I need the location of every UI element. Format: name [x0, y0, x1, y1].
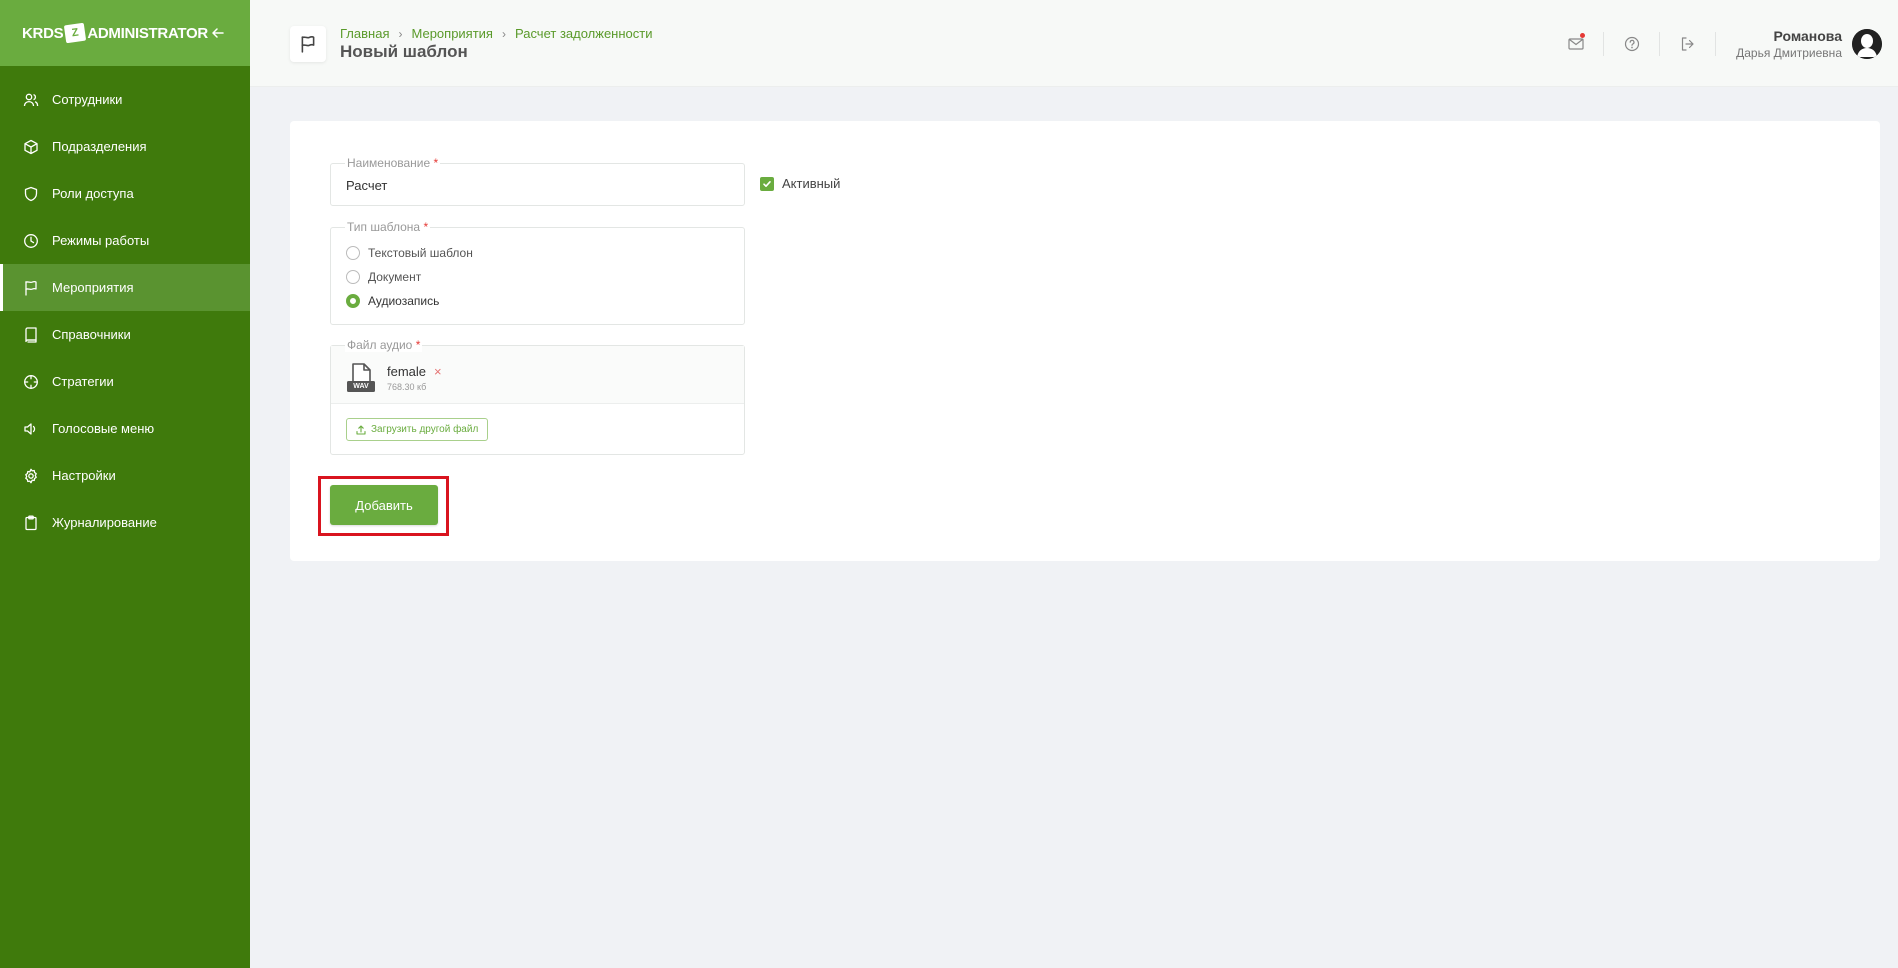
name-input[interactable]: Расчет: [346, 178, 387, 193]
upload-label: Загрузить другой файл: [371, 424, 479, 435]
file-name-text: female: [387, 364, 427, 379]
breadcrumb: Главная › Мероприятия › Расчет задолженн…: [340, 26, 652, 41]
sidebar-item-label: Подразделения: [52, 139, 147, 154]
topbar-actions: Романова Дарья Дмитриевна: [1548, 0, 1898, 87]
book-icon: [22, 326, 40, 344]
breadcrumb-home[interactable]: Главная: [340, 26, 389, 41]
mail-icon: [1568, 37, 1584, 50]
sidebar-item-label: Журналирование: [52, 515, 157, 530]
audio-file-label: Файл аудио *: [345, 338, 423, 352]
users-icon: [22, 91, 40, 109]
sidebar-item-departments[interactable]: Подразделения: [0, 123, 250, 170]
add-button[interactable]: Добавить: [330, 485, 438, 525]
sidebar-item-label: Стратегии: [52, 374, 114, 389]
page-title: Новый шаблон: [340, 42, 468, 61]
help-icon: [1624, 36, 1639, 51]
file-size: 768.30 кб: [387, 382, 427, 392]
breadcrumb-current[interactable]: Расчет задолженности: [515, 26, 653, 41]
user-avatar-icon: [1852, 28, 1882, 59]
user-last-name: Романова: [1773, 27, 1842, 44]
user-names: Романова Дарья Дмитриевна: [1736, 28, 1842, 60]
sidebar-item-events[interactable]: Мероприятия: [0, 264, 250, 311]
audio-file-field: Файл аудио * WAV female × 768.30 кб Загр…: [330, 338, 745, 455]
breadcrumb-separator: ›: [501, 26, 506, 41]
logout-icon: [1681, 36, 1694, 51]
user-profile[interactable]: Романова Дарья Дмитриевна: [1736, 28, 1882, 60]
sidebar-item-label: Справочники: [52, 327, 131, 342]
help-button[interactable]: [1604, 31, 1661, 56]
sidebar-header: KRDS Z ADMINISTRATOR: [0, 0, 250, 66]
sidebar: KRDS Z ADMINISTRATOR Сотрудники Подразде…: [0, 0, 250, 968]
name-field[interactable]: Наименование * Расчет: [330, 156, 745, 206]
active-checkbox[interactable]: Активный: [760, 176, 840, 191]
check-icon: [763, 180, 771, 187]
radio-label: Документ: [368, 270, 422, 284]
file-name: female ×: [387, 364, 442, 379]
radio-label: Аудиозапись: [368, 294, 440, 308]
radio-text-template[interactable]: Текстовый шаблон: [346, 246, 473, 260]
radio-button[interactable]: [346, 246, 360, 260]
upload-icon: [356, 424, 366, 435]
sidebar-item-label: Настройки: [52, 468, 116, 483]
sidebar-item-label: Голосовые меню: [52, 421, 155, 436]
avatar[interactable]: [1852, 28, 1882, 59]
sidebar-item-logging[interactable]: Журналирование: [0, 499, 250, 546]
page-icon: [290, 26, 326, 62]
sidebar-item-label: Режимы работы: [52, 233, 150, 248]
clock-icon: [22, 232, 40, 250]
radio-button-selected[interactable]: [346, 294, 360, 308]
crosshair-icon: [22, 373, 40, 391]
flag-icon: [301, 35, 315, 53]
radio-button[interactable]: [346, 270, 360, 284]
template-type-label: Тип шаблона *: [345, 220, 431, 234]
remove-file-button[interactable]: ×: [434, 364, 442, 379]
wav-file-icon: WAV: [346, 363, 376, 393]
flag-icon: [22, 279, 40, 297]
uploaded-file: WAV female × 768.30 кб: [331, 346, 744, 404]
sidebar-item-directories[interactable]: Справочники: [0, 311, 250, 358]
sidebar-item-strategies[interactable]: Стратегии: [0, 358, 250, 405]
active-label: Активный: [782, 176, 841, 191]
collapse-sidebar-button[interactable]: [208, 23, 228, 43]
logo-text-right: ADMINISTRATOR: [87, 24, 208, 42]
logo-box: Z: [64, 22, 87, 44]
notification-dot: [1580, 32, 1586, 38]
sidebar-item-label: Сотрудники: [52, 92, 123, 107]
sidebar-item-work-modes[interactable]: Режимы работы: [0, 217, 250, 264]
sidebar-item-settings[interactable]: Настройки: [0, 452, 250, 499]
logo-text-left: KRDS: [22, 24, 64, 42]
arrow-left-icon: [212, 28, 224, 38]
breadcrumb-events[interactable]: Мероприятия: [411, 26, 493, 41]
breadcrumb-separator: ›: [398, 26, 403, 41]
radio-audio[interactable]: Аудиозапись: [346, 294, 439, 308]
logo[interactable]: KRDS Z ADMINISTRATOR: [22, 22, 208, 44]
sidebar-item-label: Мероприятия: [52, 280, 134, 295]
template-type-field: Тип шаблона * Текстовый шаблон Документ …: [330, 220, 745, 325]
sidebar-item-access-roles[interactable]: Роли доступа: [0, 170, 250, 217]
shield-icon: [22, 185, 40, 203]
sidebar-nav: Сотрудники Подразделения Роли доступа Ре…: [0, 76, 250, 546]
sidebar-item-label: Роли доступа: [52, 186, 134, 201]
logout-button[interactable]: [1660, 31, 1717, 56]
upload-another-file-button[interactable]: Загрузить другой файл: [346, 418, 489, 441]
topbar: Главная › Мероприятия › Расчет задолженн…: [250, 0, 1898, 87]
messages-button[interactable]: [1548, 31, 1605, 56]
sidebar-item-voice-menus[interactable]: Голосовые меню: [0, 405, 250, 452]
name-label: Наименование *: [345, 156, 441, 170]
clipboard-icon: [22, 514, 40, 532]
checkbox-checked[interactable]: [760, 176, 774, 191]
cube-icon: [22, 138, 40, 156]
user-first-name: Дарья Дмитриевна: [1736, 45, 1842, 60]
radio-document[interactable]: Документ: [346, 270, 421, 284]
template-form-card: Наименование * Расчет Активный Тип шабло…: [290, 121, 1880, 561]
sidebar-item-employees[interactable]: Сотрудники: [0, 76, 250, 123]
gear-icon: [22, 467, 40, 485]
speaker-icon: [22, 420, 40, 438]
file-ext-label: WAV: [353, 383, 369, 390]
radio-label: Текстовый шаблон: [368, 246, 473, 260]
